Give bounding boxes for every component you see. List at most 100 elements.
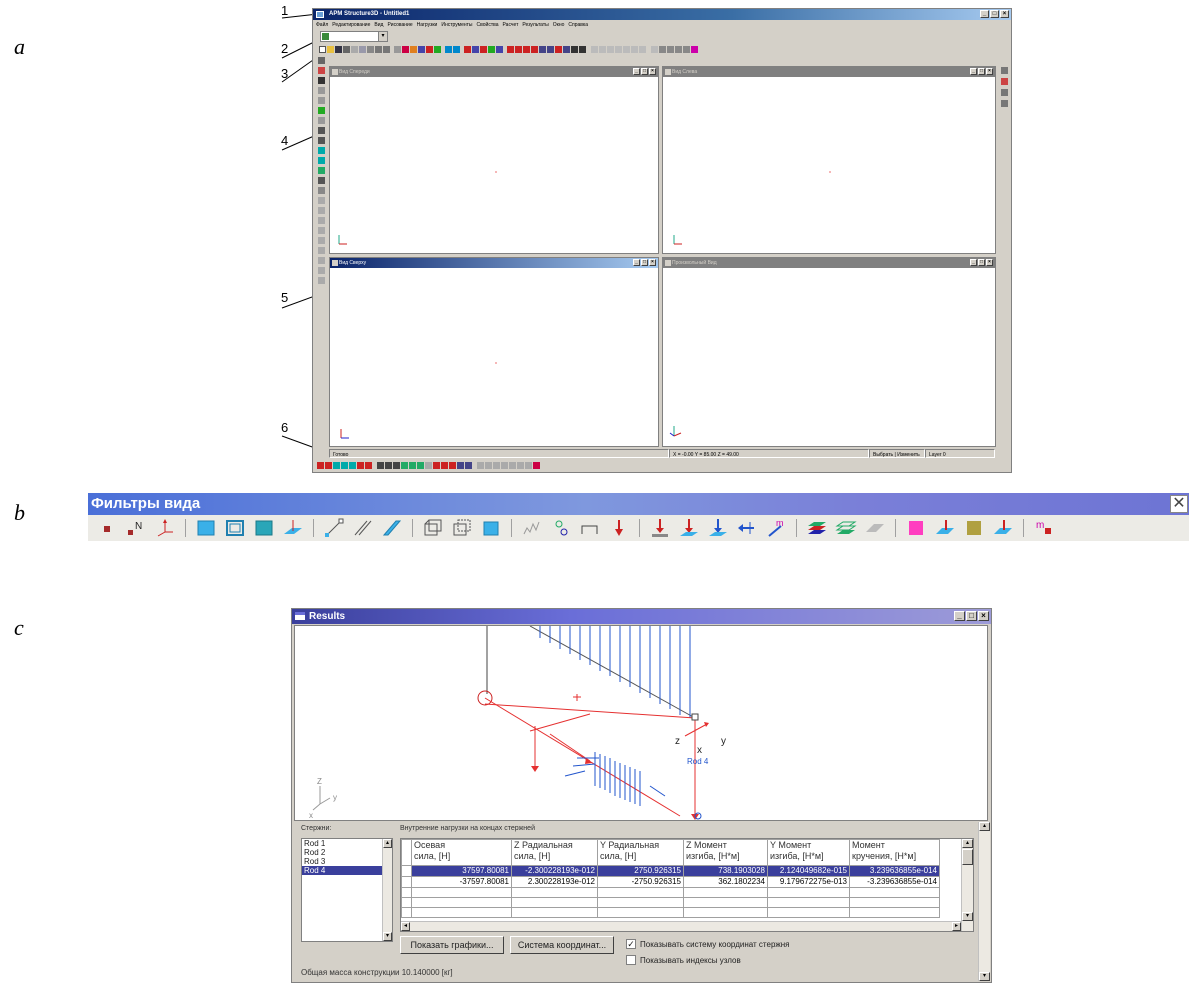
redraw-icon[interactable] (579, 46, 586, 53)
column-header[interactable]: Y Момент изгиба, [Н*м] (767, 839, 850, 866)
subwindow-top-titlebar[interactable]: Вид Сверху _ □ × (330, 258, 658, 268)
scroll-down-icon[interactable]: ▾ (979, 972, 990, 981)
subwindow-top[interactable]: Вид Сверху _ □ × (329, 257, 659, 447)
show-node-indices-checkbox[interactable]: Показывать индексы узлов (626, 955, 741, 965)
layer-tool-1-icon[interactable] (591, 46, 598, 53)
minimize-icon[interactable]: _ (633, 68, 640, 75)
filter-element-icon[interactable] (401, 462, 408, 469)
menu-properties[interactable]: Свойства (477, 20, 499, 30)
moment-m-icon[interactable]: m (765, 518, 787, 538)
arc-icon[interactable] (317, 127, 325, 134)
fit-icon[interactable] (571, 46, 578, 53)
filter-view-6-icon[interactable] (517, 462, 524, 469)
filter-view-4-icon[interactable] (501, 462, 508, 469)
calc-icon[interactable] (418, 46, 425, 53)
element-icon[interactable] (422, 518, 444, 538)
close-icon[interactable]: × (649, 68, 656, 75)
zoom-in-icon[interactable] (539, 46, 546, 53)
table-row[interactable]: -37597.80081 2.300228193e-012 -2750.9263… (401, 876, 940, 888)
polyline-icon[interactable] (317, 97, 325, 104)
support-draw-icon[interactable] (317, 107, 325, 114)
open-icon[interactable] (327, 46, 334, 53)
filter-element-solid-icon[interactable] (417, 462, 424, 469)
extend-icon[interactable] (317, 247, 325, 254)
shade-icon[interactable] (1000, 100, 1008, 107)
column-header[interactable]: Y Радиальная сила, [Н] (597, 839, 684, 866)
filter-element-outline-icon[interactable] (409, 462, 416, 469)
layer-tool-6-icon[interactable] (631, 46, 638, 53)
filter-surface-icon[interactable] (333, 462, 340, 469)
layer-tool-5-icon[interactable] (623, 46, 630, 53)
menu-help[interactable]: Справка (568, 20, 588, 30)
table-row[interactable] (401, 907, 940, 918)
filter-mass-icon[interactable] (533, 462, 540, 469)
list-item-selected[interactable]: Rod 4 (302, 866, 382, 875)
mesh-draw-icon[interactable] (317, 187, 325, 194)
support-icon[interactable] (579, 518, 601, 538)
forces-table[interactable]: Осевая сила, [Н] Z Радиальная сила, [Н] Y … (400, 838, 974, 932)
maximize-icon[interactable]: □ (978, 68, 985, 75)
refresh-icon[interactable] (659, 46, 666, 53)
surface-outline-icon[interactable] (224, 518, 246, 538)
maximize-icon[interactable]: □ (641, 259, 648, 266)
plate-axes-icon[interactable] (282, 518, 304, 538)
rods-list[interactable]: Rod 1 Rod 2 Rod 3 Rod 4 ▴ ▾ (301, 838, 393, 942)
section-tool-icon[interactable] (496, 46, 503, 53)
pressure-icon[interactable] (905, 518, 927, 538)
grid-icon[interactable] (394, 46, 401, 53)
node-label-icon[interactable]: N (125, 518, 147, 538)
print-icon[interactable] (343, 46, 350, 53)
new-icon[interactable] (319, 46, 326, 53)
close-icon[interactable]: × (986, 259, 993, 266)
subwindow-side-titlebar[interactable]: Вид Слева _ □ × (663, 67, 995, 77)
menu-calculate[interactable]: Расчет (503, 20, 519, 30)
scale-icon[interactable] (317, 227, 325, 234)
scroll-up-icon[interactable]: ▴ (979, 822, 990, 831)
node-icon[interactable] (96, 518, 118, 538)
spring-icon[interactable] (521, 518, 543, 538)
rod-solid-icon[interactable] (381, 518, 403, 538)
subwindow-iso-titlebar[interactable]: Произвольный Вид _ □ × (663, 258, 995, 268)
filter-axes-icon[interactable] (357, 462, 364, 469)
scroll-thumb[interactable] (962, 849, 973, 865)
filter-load-3-icon[interactable] (449, 462, 456, 469)
scroll-up-icon[interactable]: ▴ (383, 839, 392, 848)
result-icon[interactable] (434, 46, 441, 53)
table-vertical-scrollbar[interactable]: ▴ ▾ (961, 839, 973, 931)
force-icon[interactable] (608, 518, 630, 538)
mirror-icon[interactable] (317, 207, 325, 214)
view-side-icon[interactable] (515, 46, 522, 53)
filter-load-icon[interactable] (433, 462, 440, 469)
mesh-icon[interactable] (410, 46, 417, 53)
scrollbar[interactable]: ▴ ▾ (382, 839, 392, 941)
menu-view[interactable]: Вид (374, 20, 383, 30)
pen-icon[interactable] (317, 137, 325, 144)
array-icon[interactable] (317, 217, 325, 224)
minimize-icon[interactable]: _ (970, 259, 977, 266)
column-header[interactable]: Осевая сила, [Н] (411, 839, 512, 866)
maximize-icon[interactable]: □ (966, 611, 977, 621)
rod-tool-icon[interactable] (472, 46, 479, 53)
checkbox-box[interactable] (626, 955, 636, 965)
scroll-left-icon[interactable]: ◂ (401, 922, 410, 931)
export-icon[interactable] (675, 46, 682, 53)
element-outline-icon[interactable] (451, 518, 473, 538)
layer-tool-7-icon[interactable] (639, 46, 646, 53)
subwindow-side[interactable]: Вид Слева _ □ × (662, 66, 996, 254)
maximize-icon[interactable]: □ (641, 68, 648, 75)
column-header[interactable]: Момент кручения, [Н*м] (849, 839, 940, 866)
dimension-icon[interactable] (317, 277, 325, 284)
view-front-icon[interactable] (507, 46, 514, 53)
close-icon[interactable]: × (978, 611, 989, 621)
filter-rod-solid-icon[interactable] (393, 462, 400, 469)
trim-icon[interactable] (317, 237, 325, 244)
minimize-icon[interactable]: _ (633, 259, 640, 266)
filter-rod-outline-icon[interactable] (385, 462, 392, 469)
line-icon[interactable] (317, 87, 325, 94)
filter-moment-icon[interactable] (457, 462, 464, 469)
temperature-icon[interactable] (963, 518, 985, 538)
table-horizontal-scrollbar[interactable]: ◂ ▸ (401, 921, 961, 931)
filters-titlebar[interactable]: Фильтры вида (88, 493, 1189, 515)
hinge-icon[interactable] (550, 518, 572, 538)
join-icon[interactable] (317, 267, 325, 274)
